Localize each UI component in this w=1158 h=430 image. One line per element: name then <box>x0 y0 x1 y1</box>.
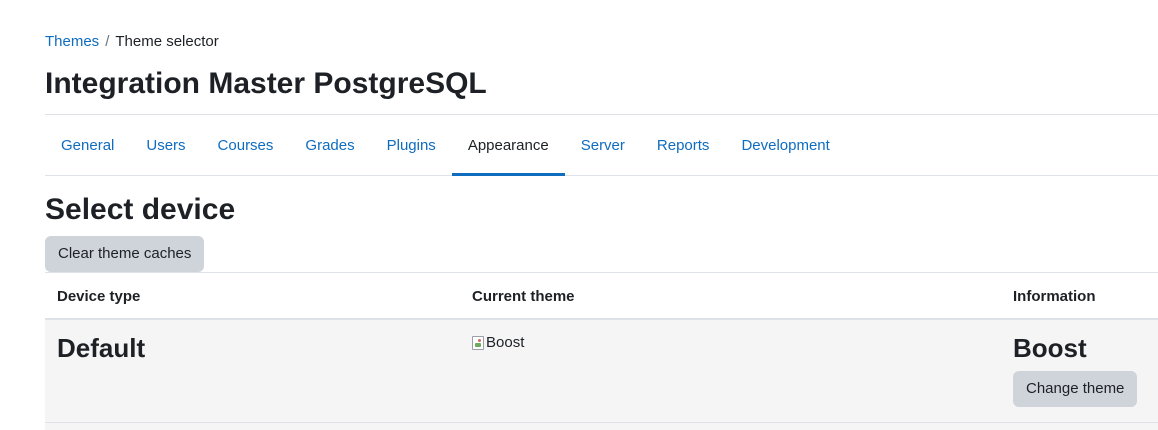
section-title: Select device <box>45 193 236 226</box>
header-information: Information <box>1013 288 1096 305</box>
tab-development[interactable]: Development <box>725 115 845 175</box>
tab-reports[interactable]: Reports <box>641 115 726 175</box>
theme-image-alt-text: Boost <box>486 334 525 351</box>
admin-nav-tabs: General Users Courses Grades Plugins App… <box>45 114 1158 176</box>
tab-appearance[interactable]: Appearance <box>451 115 565 176</box>
theme-selector-page: Themes / Theme selector Integration Master… <box>0 0 1158 430</box>
broken-image-icon <box>472 336 484 350</box>
tab-plugins[interactable]: Plugins <box>371 115 452 175</box>
tab-users[interactable]: Users <box>130 115 201 175</box>
next-row-partial <box>45 423 1158 430</box>
tab-courses[interactable]: Courses <box>202 115 290 175</box>
breadcrumb: Themes / Theme selector <box>45 33 219 51</box>
device-theme-table: Device type Current theme Information De… <box>45 272 1158 430</box>
theme-name: Boost <box>1013 333 1087 363</box>
breadcrumb-themes-link[interactable]: Themes <box>45 33 99 50</box>
tab-server[interactable]: Server <box>565 115 641 175</box>
header-device-type: Device type <box>57 288 141 305</box>
device-type-name: Default <box>57 333 146 363</box>
clear-theme-caches-button[interactable]: Clear theme caches <box>45 236 205 272</box>
page-title: Integration Master PostgreSQL <box>45 67 487 100</box>
theme-preview-image: Boost <box>472 334 524 352</box>
breadcrumb-separator: / <box>105 33 110 50</box>
table-row: Default Boost Boost Change theme <box>45 320 1158 423</box>
table-header: Device type Current theme Information <box>45 272 1158 320</box>
tab-grades[interactable]: Grades <box>289 115 370 175</box>
change-theme-button[interactable]: Change theme <box>1013 371 1138 407</box>
header-current-theme: Current theme <box>472 288 575 305</box>
breadcrumb-current: Theme selector <box>115 33 219 50</box>
tab-general[interactable]: General <box>45 115 130 175</box>
